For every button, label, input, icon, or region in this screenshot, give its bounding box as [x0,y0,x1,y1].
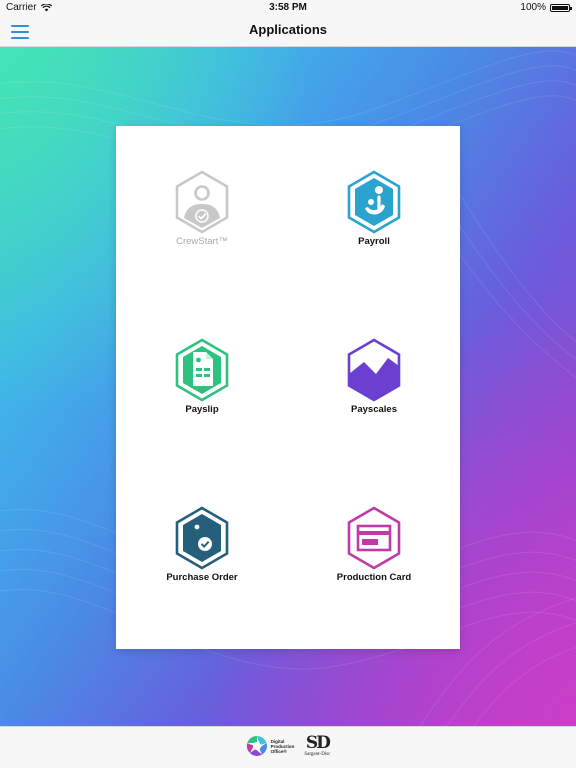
status-bar: Carrier 3:58 PM 100% [0,0,576,16]
applications-card: CrewStart™ Payroll Payslip Payscales Pur… [116,126,460,649]
payslip-document-icon [175,338,229,402]
production-card-icon [347,506,401,570]
app-label-production-card: Production Card [336,572,412,583]
app-screen: Carrier 3:58 PM 100% Applications CrewSt… [0,0,576,768]
status-time: 3:58 PM [269,2,307,13]
app-tile-payroll[interactable]: Payroll [288,126,460,296]
sargent-disc-logo: SD Sargent-Disc [304,733,331,758]
dpo-aperture-icon [246,735,267,756]
payroll-face-icon [347,170,401,234]
footer-logos: Digital Production Office® SD Sargent-Di… [0,735,576,757]
page-title: Applications [248,22,327,37]
app-tile-crewstart[interactable]: CrewStart™ [116,126,288,296]
app-label-payscales: Payscales [351,404,397,415]
app-tile-payscales[interactable]: Payscales [288,294,460,464]
app-label-payslip: Payslip [185,404,219,415]
app-tile-purchase-order[interactable]: Purchase Order [116,462,288,632]
dpo-logo: Digital Production Office® [246,735,295,757]
app-tile-production-card[interactable]: Production Card [288,462,460,632]
app-label-payroll: Payroll [358,236,390,247]
app-label-purchase-order: Purchase Order [166,572,238,583]
status-right: 100% [520,2,572,13]
app-label-crewstart: CrewStart™ [176,236,228,247]
battery-fill [552,5,568,10]
sd-company-name: Sargent-Disc [304,752,331,757]
crewstart-person-check-icon [175,170,229,234]
app-tile-payslip[interactable]: Payslip [116,294,288,464]
payscales-chart-icon [347,338,401,402]
battery-icon [550,3,572,12]
purchase-order-tag-check-icon [175,506,229,570]
dpo-wordmark: Digital Production Office® [270,738,295,754]
navigation-bar: Applications [0,16,576,47]
battery-percent: 100% [520,2,546,13]
footer-bar: Digital Production Office® SD Sargent-Di… [0,726,576,768]
sd-monogram: SD [305,733,331,753]
